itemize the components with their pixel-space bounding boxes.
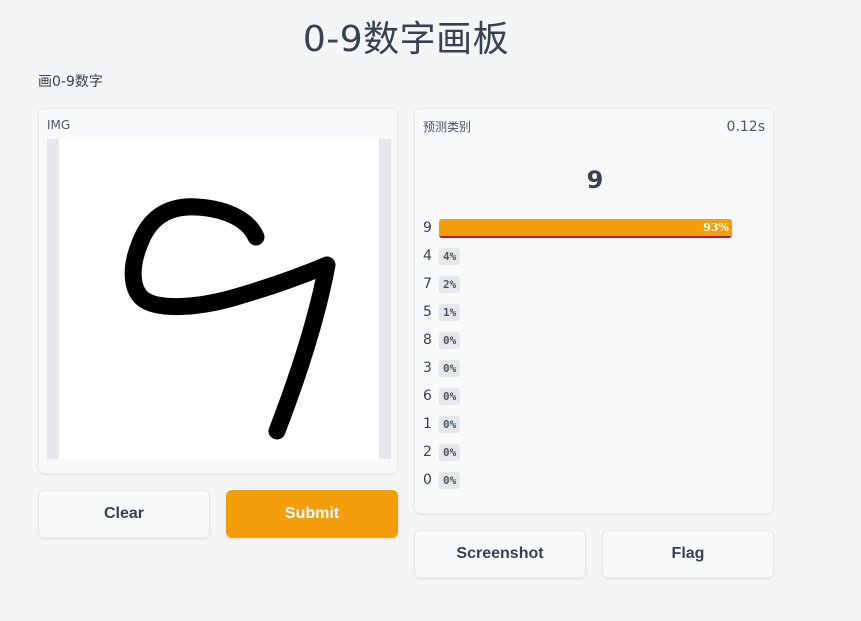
- submit-button[interactable]: Submit: [226, 490, 398, 538]
- confidence-class-label: 7: [423, 276, 432, 292]
- confidence-row: 4 4%: [423, 247, 763, 267]
- confidence-class-label: 6: [423, 388, 432, 404]
- confidence-percent: 0%: [439, 360, 461, 377]
- prediction-panel: 预测类别 0.12s 9 9 93% 4 4% 7 2% 5 1% 8 0% 3 0% 6 0% 1 0% 2 0…: [414, 108, 774, 514]
- elapsed-time: 0.12s: [726, 119, 765, 135]
- confidence-percent: 1%: [439, 304, 461, 321]
- confidence-bar-fill: 93%: [439, 219, 732, 238]
- image-input-panel: IMG: [38, 108, 398, 474]
- confidence-row: 3 0%: [423, 359, 763, 379]
- confidence-percent: 2%: [439, 276, 461, 293]
- confidence-row: 8 0%: [423, 331, 763, 351]
- image-input-label: IMG: [47, 118, 71, 132]
- confidence-row: 5 1%: [423, 303, 763, 323]
- confidence-row: 0 0%: [423, 471, 763, 491]
- confidence-percent: 0%: [439, 388, 461, 405]
- confidence-class-label: 8: [423, 332, 432, 348]
- confidence-class-label: 1: [423, 416, 432, 432]
- confidence-row: 7 2%: [423, 275, 763, 295]
- screenshot-button[interactable]: Screenshot: [414, 530, 586, 578]
- confidence-percent: 0%: [439, 444, 461, 461]
- sketchpad-canvas[interactable]: [59, 139, 379, 459]
- confidence-percent: 93%: [703, 221, 729, 234]
- page-title: 0-9数字画板: [302, 19, 510, 60]
- confidence-percent: 0%: [439, 472, 461, 489]
- confidence-percent: 0%: [439, 332, 461, 349]
- confidence-row: 9 93%: [423, 219, 763, 239]
- confidence-bar-track: 93%: [439, 219, 732, 239]
- flag-button[interactable]: Flag: [602, 530, 774, 578]
- confidence-row: 2 0%: [423, 443, 763, 463]
- clear-button[interactable]: Clear: [38, 490, 210, 538]
- confidence-percent: 0%: [439, 416, 461, 433]
- drawn-stroke: [124, 198, 336, 440]
- app-page: 0-9数字画板 画0-9数字 IMG 预测类别 0.12s 9 9 93% 4 4% 7…: [0, 0, 861, 621]
- confidence-class-label: 2: [423, 444, 432, 460]
- confidence-class-label: 5: [423, 304, 432, 320]
- confidence-percent: 4%: [439, 248, 461, 265]
- confidence-row: 6 0%: [423, 387, 763, 407]
- confidence-class-label: 9: [423, 220, 432, 236]
- confidence-row: 1 0%: [423, 415, 763, 435]
- page-description: 画0-9数字: [38, 74, 103, 90]
- top-prediction: 9: [586, 166, 604, 194]
- prediction-label: 预测类别: [423, 120, 472, 134]
- confidence-class-label: 4: [423, 248, 432, 264]
- confidence-class-label: 3: [423, 360, 432, 376]
- sketchpad-frame: [47, 139, 391, 459]
- confidence-class-label: 0: [423, 472, 432, 488]
